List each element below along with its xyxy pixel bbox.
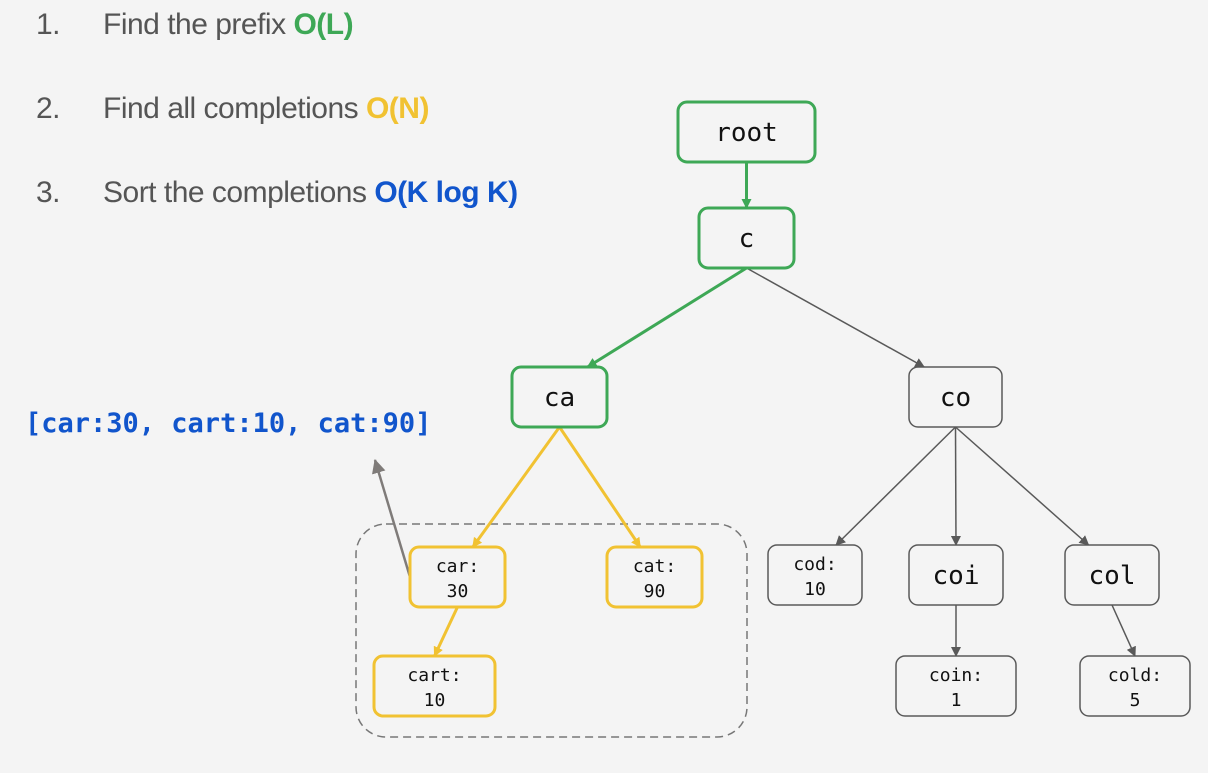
node-label: cat:	[633, 556, 676, 577]
edge-c-to-co	[746, 267, 926, 368]
edge-co-to-col	[955, 426, 1090, 546]
node-label: root	[715, 118, 778, 148]
node-label: coi	[933, 561, 980, 591]
trie-node-car: car: 30	[408, 545, 507, 609]
node-label: 5	[1130, 690, 1141, 711]
trie-node-ca: ca	[510, 365, 609, 429]
node-label: 1	[951, 690, 962, 711]
node-label: 90	[644, 581, 666, 602]
trie-diagram: root c ca co car: 30 cat: 90 cart: 10 cod: 10 coi col…	[355, 100, 1191, 738]
node-label: 10	[424, 690, 446, 711]
edge-co-to-coi	[950, 426, 961, 546]
node-label: co	[940, 383, 971, 413]
node-label: car:	[436, 556, 479, 577]
edge-ca-to-cat	[558, 426, 642, 548]
trie-node-root: root	[676, 100, 817, 164]
trie-node-coin: coin: 1	[895, 655, 1017, 717]
trie-node-cold: cold: 5	[1079, 655, 1191, 717]
trie-node-co: co	[908, 366, 1003, 428]
node-label: 30	[447, 581, 469, 602]
trie-node-c: c	[697, 206, 796, 270]
trie-node-coi: coi	[908, 544, 1004, 606]
edge-co-to-cod	[835, 426, 957, 546]
edge-col-to-cold	[1111, 604, 1136, 657]
node-label: cod:	[793, 554, 836, 575]
node-label: 10	[804, 579, 826, 600]
trie-node-cart: cart: 10	[372, 654, 497, 718]
trie-node-col: col	[1064, 544, 1160, 606]
result-arrow	[372, 459, 412, 578]
edge-car-to-cart	[433, 606, 459, 657]
node-label: cart:	[407, 665, 461, 686]
edge-c-to-ca	[586, 266, 748, 369]
trie-node-cod: cod: 10	[767, 544, 863, 606]
node-label: ca	[544, 383, 575, 413]
node-label: coin:	[929, 665, 983, 686]
trie-node-cat: cat: 90	[605, 545, 704, 609]
edge-ca-to-car	[471, 426, 561, 548]
node-label: cold:	[1108, 665, 1162, 686]
node-label: col	[1089, 561, 1136, 591]
node-label: c	[739, 224, 755, 254]
